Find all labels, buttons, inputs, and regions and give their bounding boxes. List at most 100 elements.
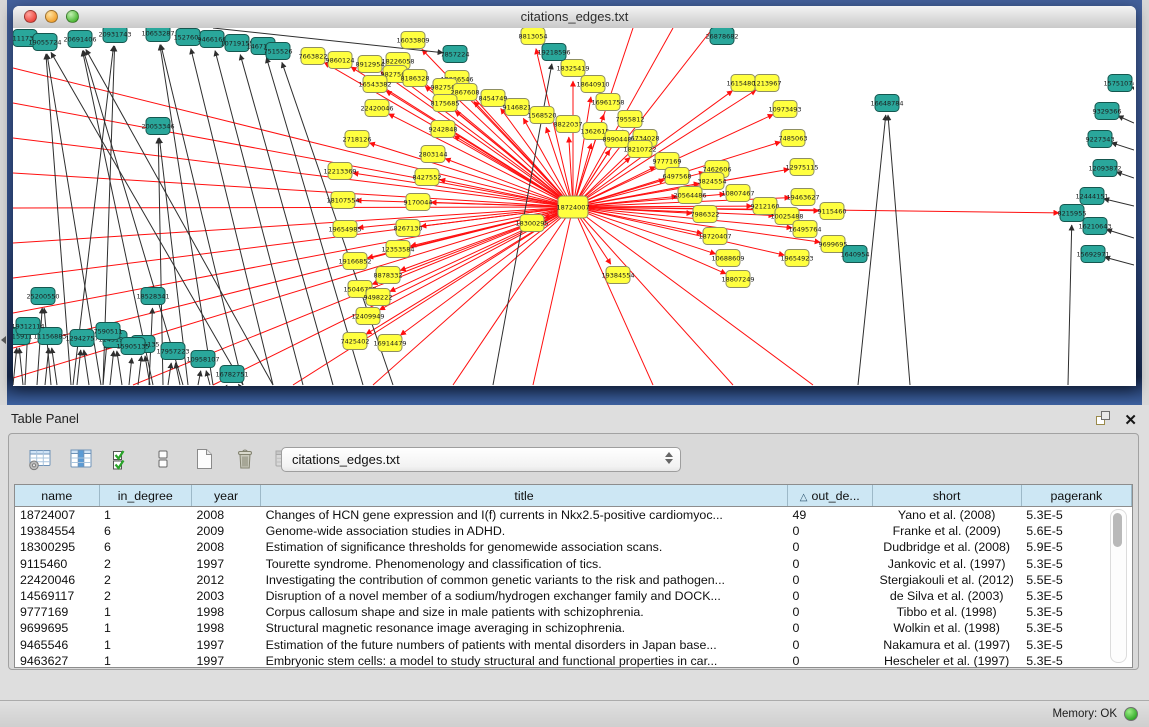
graph-node[interactable]: 16210643 (1078, 218, 1111, 235)
graph-node[interactable]: 18107554 (326, 192, 359, 209)
new-table-button[interactable] (191, 447, 217, 473)
graph-node[interactable]: 2718126 (343, 131, 372, 148)
graph-node[interactable]: 16914479 (373, 335, 406, 352)
graph-node[interactable]: 7590511 (94, 323, 123, 340)
graph-node[interactable]: 12444151 (1075, 188, 1108, 205)
graph-node[interactable]: 9170044 (404, 194, 433, 211)
network-canvas[interactable]: 1872400718300295766382298601248912954182… (13, 28, 1136, 386)
graph-node[interactable]: 19463627 (786, 189, 819, 206)
graph-node[interactable]: 9227343 (1086, 131, 1115, 148)
graph-node[interactable]: 8186328 (401, 70, 430, 87)
graph-node[interactable]: 16782751 (215, 366, 248, 383)
table-row[interactable]: 1938455462009Genome-wide association stu… (15, 523, 1132, 539)
graph-node[interactable]: 3824554 (698, 173, 727, 190)
table-row[interactable]: 911546021997Tourette syndrome. Phenomeno… (15, 556, 1132, 572)
graph-node[interactable]: 12213369 (323, 163, 356, 180)
graph-node[interactable]: 26878682 (705, 28, 738, 45)
graph-node[interactable]: 19312114 (13, 318, 45, 335)
table-row[interactable]: 2242004622012Investigating the contribut… (15, 572, 1132, 588)
graph-node[interactable]: 1568520 (528, 107, 557, 124)
graph-node[interactable]: 20691406 (63, 31, 96, 48)
graph-node[interactable]: 1213967 (753, 75, 782, 92)
graph-node[interactable]: 18300295 (515, 215, 548, 232)
graph-node[interactable]: 10973493 (768, 101, 801, 118)
graph-node[interactable]: 18807249 (721, 271, 754, 288)
memory-status-indicator[interactable] (1124, 707, 1138, 721)
graph-node[interactable]: 10958107 (186, 351, 219, 368)
graph-node[interactable]: 18640910 (576, 76, 609, 93)
delete-table-button[interactable] (232, 447, 258, 473)
graph-node[interactable]: 7986322 (691, 206, 720, 223)
panel-collapse-arrow[interactable] (1, 336, 6, 344)
column-header-name[interactable]: name (15, 485, 99, 507)
table-row[interactable]: 946554611997Estimation of the future num… (15, 637, 1132, 653)
graph-node[interactable]: 7515526 (264, 43, 293, 60)
graph-node[interactable]: 7485063 (779, 130, 808, 147)
column-header-short[interactable]: short (872, 485, 1021, 507)
graph-node[interactable]: 19055724 (28, 34, 61, 51)
table-options-button[interactable] (27, 447, 53, 473)
select-rows-button[interactable] (109, 447, 135, 473)
graph-node[interactable]: 7955812 (616, 111, 645, 128)
table-row[interactable]: 977716911998Corpus callosum shape and si… (15, 604, 1132, 620)
graph-node[interactable]: 9329366 (1093, 103, 1122, 120)
graph-node[interactable]: 8175685 (431, 95, 460, 112)
graph-node[interactable]: 9115460 (818, 203, 847, 220)
graph-node[interactable]: 18325419 (556, 60, 589, 77)
clear-row-selection-button[interactable] (150, 447, 176, 473)
graph-node[interactable]: 10653287 (141, 28, 174, 42)
graph-node[interactable]: 16495764 (788, 221, 821, 238)
graph-node[interactable]: 7857224 (441, 46, 470, 63)
graph-node[interactable]: 12353584 (381, 241, 414, 258)
graph-node[interactable]: 17957223 (156, 343, 189, 360)
graph-node[interactable]: 19654985 (328, 221, 361, 238)
graph-node[interactable]: 10807467 (721, 185, 754, 202)
graph-node[interactable]: 18720407 (698, 228, 731, 245)
graph-node[interactable]: 19166852 (338, 253, 371, 270)
graph-node[interactable]: 15751074 (1103, 75, 1134, 92)
graph-node[interactable]: 20053346 (141, 118, 174, 135)
graph-node[interactable]: 8813054 (519, 28, 548, 45)
table-row[interactable]: 946362711997Embryonic stem cells: a mode… (15, 653, 1132, 668)
graph-node[interactable]: 19654923 (780, 250, 813, 267)
graph-node[interactable]: 19384554 (601, 267, 634, 284)
graph-node[interactable]: 15905135 (116, 338, 149, 355)
graph-node[interactable]: 9242848 (429, 121, 458, 138)
graph-node[interactable]: 16543382 (358, 76, 391, 93)
show-columns-button[interactable] (68, 447, 94, 473)
column-header-title[interactable]: title (261, 485, 788, 507)
graph-node[interactable]: 6497568 (663, 168, 692, 185)
column-header-out_de[interactable]: △out_de... (788, 485, 873, 507)
graph-node[interactable]: 18210722 (623, 141, 656, 158)
graph-node[interactable]: 12975115 (785, 159, 818, 176)
graph-node[interactable]: 20564486 (673, 187, 706, 204)
network-window-titlebar[interactable]: citations_edges.txt (13, 6, 1136, 29)
table-vertical-scrollbar[interactable] (1110, 509, 1127, 663)
graph-node[interactable]: 18528341 (136, 288, 169, 305)
table-row[interactable]: 1830029562008Estimation of significance … (15, 539, 1132, 555)
graph-node[interactable]: 16648784 (870, 95, 903, 112)
graph-node[interactable]: 12409949 (351, 308, 384, 325)
graph-node[interactable]: 8878332 (374, 267, 403, 284)
table-selector-dropdown[interactable]: citations_edges.txt (281, 447, 681, 472)
graph-node[interactable]: 1640954 (841, 246, 870, 263)
table-row[interactable]: 969969511998Structural magnetic resonanc… (15, 620, 1132, 636)
graph-node[interactable]: 12093872 (1088, 160, 1121, 177)
graph-node[interactable]: 8267130 (394, 220, 423, 237)
graph-node[interactable]: 16961758 (591, 94, 624, 111)
column-header-in_degree[interactable]: in_degree (99, 485, 192, 507)
graph-node[interactable]: 16033809 (396, 32, 429, 49)
table-row[interactable]: 1456911722003Disruption of a novel membe… (15, 588, 1132, 604)
graph-node[interactable]: 7425402 (341, 333, 370, 350)
graph-node[interactable]: 8822037 (554, 116, 583, 133)
graph-node[interactable]: 25200550 (26, 288, 59, 305)
float-panel-icon[interactable] (1095, 410, 1111, 431)
graph-node[interactable]: 9860124 (326, 52, 355, 69)
graph-node[interactable]: 18724007 (556, 196, 589, 218)
graph-node[interactable]: 19218596 (537, 44, 570, 61)
graph-node[interactable]: 15692971 (1076, 246, 1109, 263)
column-header-year[interactable]: year (192, 485, 261, 507)
close-panel-icon[interactable]: ✕ (1124, 413, 1137, 428)
graph-node[interactable]: 20931743 (98, 28, 131, 43)
graph-node[interactable]: 2803144 (419, 146, 448, 163)
